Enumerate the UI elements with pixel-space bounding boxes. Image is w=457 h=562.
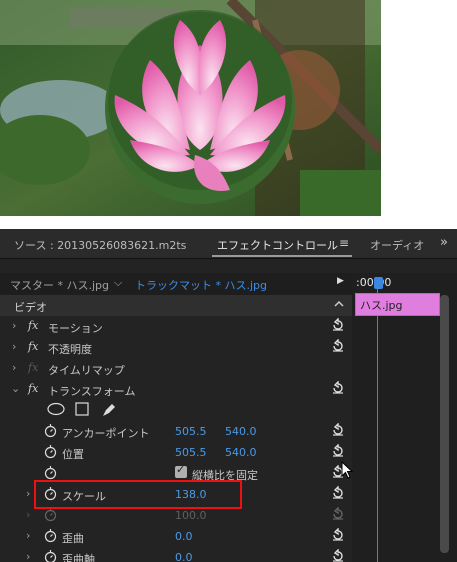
chevron-right-icon[interactable]: › bbox=[26, 550, 30, 562]
timeline-clip[interactable]: ハス.jpg bbox=[355, 293, 440, 316]
chevron-down-icon[interactable]: ⌵ bbox=[114, 276, 122, 290]
sequence-clip-label[interactable]: トラックマット * ハス.jpg bbox=[135, 277, 267, 293]
overflow-tabs-icon[interactable]: » bbox=[440, 235, 448, 250]
scale-highlight-box bbox=[34, 480, 242, 509]
reset-icon[interactable] bbox=[331, 486, 345, 500]
fx-icon: fx bbox=[28, 361, 39, 374]
video-section-header: ビデオ bbox=[0, 295, 352, 316]
reset-icon[interactable] bbox=[331, 339, 345, 353]
mouse-cursor-icon bbox=[341, 461, 353, 479]
effect-row-opacity[interactable]: › fx 不透明度 bbox=[0, 337, 352, 358]
collapse-arrow-icon[interactable] bbox=[334, 299, 344, 309]
property-row-skew-axis[interactable]: › 歪曲軸 0.0 bbox=[0, 547, 352, 562]
stopwatch-icon bbox=[44, 508, 57, 522]
play-icon[interactable]: ▶ bbox=[337, 276, 344, 286]
uniform-scale-checkbox[interactable] bbox=[175, 463, 187, 478]
stopwatch-icon[interactable] bbox=[44, 465, 57, 480]
ellipse-mask-icon[interactable] bbox=[47, 402, 65, 416]
chevron-right-icon[interactable]: › bbox=[26, 487, 30, 500]
master-clip-label[interactable]: マスター * ハス.jpg bbox=[10, 277, 109, 293]
reset-icon[interactable] bbox=[331, 549, 345, 562]
position-x-value[interactable]: 505.5 bbox=[175, 446, 207, 459]
effect-row-transform[interactable]: ⌄ fx トランスフォーム bbox=[0, 379, 352, 400]
reset-icon[interactable] bbox=[331, 381, 345, 395]
property-row-anchor-point[interactable]: アンカーポイント 505.5 540.0 bbox=[0, 421, 352, 442]
position-y-value[interactable]: 540.0 bbox=[225, 446, 257, 459]
effect-label-transform: トランスフォーム bbox=[48, 385, 136, 398]
chevron-right-icon[interactable]: › bbox=[26, 529, 30, 542]
pen-mask-icon[interactable] bbox=[101, 402, 117, 418]
property-label-skew: 歪曲 bbox=[62, 532, 84, 545]
tab-source[interactable]: ソース : 20130526083621.m2ts bbox=[14, 237, 186, 253]
lotus-photo-preview bbox=[0, 0, 381, 216]
anchor-y-value[interactable]: 540.0 bbox=[225, 425, 257, 438]
stopwatch-icon[interactable] bbox=[44, 423, 57, 438]
tab-audio[interactable]: オーディオ bbox=[370, 237, 424, 253]
effect-label-motion: モーション bbox=[48, 322, 103, 335]
scale-width-value: 100.0 bbox=[175, 509, 207, 522]
clip-selector-bar: マスター * ハス.jpg ⌵ トラックマット * ハス.jpg bbox=[0, 273, 352, 295]
chevron-right-icon: › bbox=[26, 508, 31, 521]
anchor-x-value[interactable]: 505.5 bbox=[175, 425, 207, 438]
effect-controls-panel: ソース : 20130526083621.m2ts エフェクトコントロール ≡ … bbox=[0, 229, 457, 562]
clip-name: ハス.jpg bbox=[360, 299, 403, 312]
stopwatch-icon[interactable] bbox=[44, 549, 57, 562]
chevron-right-icon[interactable]: › bbox=[12, 319, 16, 332]
property-label-anchor-point: アンカーポイント bbox=[62, 427, 150, 440]
effect-label-opacity: 不透明度 bbox=[48, 343, 92, 356]
reset-icon[interactable] bbox=[331, 528, 345, 542]
panel-tab-bar: ソース : 20130526083621.m2ts エフェクトコントロール ≡ … bbox=[0, 229, 457, 259]
tab-effect-controls[interactable]: エフェクトコントロール bbox=[217, 237, 338, 253]
fx-icon[interactable]: fx bbox=[28, 382, 38, 395]
active-tab-indicator bbox=[212, 255, 352, 257]
skew-axis-value[interactable]: 0.0 bbox=[175, 551, 193, 562]
skew-value[interactable]: 0.0 bbox=[175, 530, 193, 543]
fx-icon[interactable]: fx bbox=[28, 319, 38, 332]
reset-icon[interactable] bbox=[331, 444, 345, 458]
chevron-right-icon[interactable]: › bbox=[12, 361, 16, 374]
fx-icon[interactable]: fx bbox=[28, 340, 38, 353]
rectangle-mask-icon[interactable] bbox=[75, 402, 89, 416]
effect-row-time-remap[interactable]: › fx タイムリマップ bbox=[0, 358, 352, 379]
effect-row-motion[interactable]: › fx モーション bbox=[0, 316, 352, 337]
playhead-line bbox=[377, 289, 378, 562]
property-row-skew[interactable]: › 歪曲 0.0 bbox=[0, 526, 352, 547]
reset-icon bbox=[333, 507, 343, 520]
effect-label-time-remap: タイムリマップ bbox=[48, 364, 125, 377]
panel-menu-icon[interactable]: ≡ bbox=[339, 236, 349, 250]
reset-icon[interactable] bbox=[331, 423, 345, 437]
property-label-skew-axis: 歪曲軸 bbox=[62, 553, 95, 562]
stopwatch-icon[interactable] bbox=[44, 444, 57, 459]
property-row-position[interactable]: 位置 505.5 540.0 bbox=[0, 442, 352, 463]
mask-tools-row bbox=[0, 400, 352, 421]
video-section-label: ビデオ bbox=[14, 301, 47, 314]
vertical-scrollbar-thumb[interactable] bbox=[440, 295, 449, 553]
chevron-right-icon[interactable]: › bbox=[12, 340, 16, 353]
reset-icon[interactable] bbox=[331, 318, 345, 332]
chevron-down-icon[interactable]: ⌄ bbox=[11, 382, 20, 395]
stopwatch-icon[interactable] bbox=[44, 528, 57, 543]
playhead-handle[interactable] bbox=[374, 277, 383, 289]
property-label-position: 位置 bbox=[62, 448, 84, 461]
